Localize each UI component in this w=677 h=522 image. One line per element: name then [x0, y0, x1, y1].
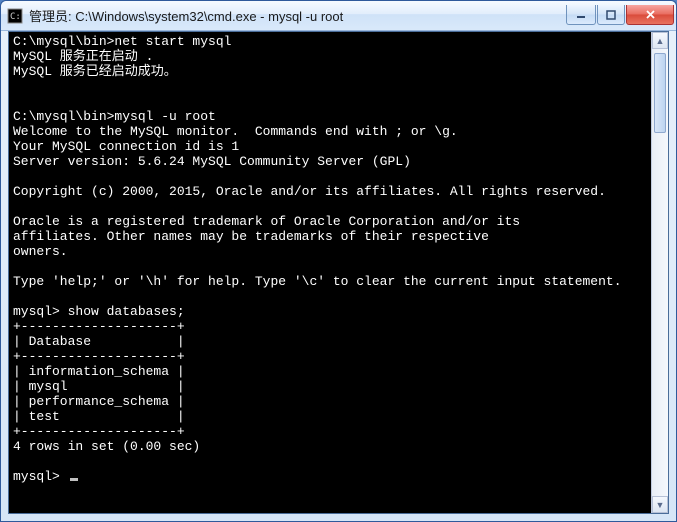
output-line: Welcome to the MySQL monitor. Commands e… — [13, 124, 458, 139]
scroll-up-button[interactable]: ▲ — [652, 32, 668, 49]
maximize-button[interactable] — [597, 5, 625, 25]
scrollbar-track[interactable] — [652, 49, 668, 496]
table-border: +--------------------+ — [13, 319, 185, 334]
prompt: C:\mysql\bin> — [13, 34, 114, 49]
terminal-output[interactable]: C:\mysql\bin>net start mysql MySQL 服务正在启… — [9, 32, 651, 513]
mysql-prompt: mysql> — [13, 469, 68, 484]
table-border: +--------------------+ — [13, 349, 185, 364]
cmd-icon: C: — [7, 8, 23, 24]
output-line: MySQL 服务已经启动成功。 — [13, 64, 177, 79]
svg-text:C:: C: — [10, 12, 21, 22]
window-controls — [565, 5, 674, 25]
output-line: Server version: 5.6.24 MySQL Community S… — [13, 154, 411, 169]
output-line: MySQL 服务正在启动 . — [13, 49, 153, 64]
titlebar[interactable]: C: 管理员: C:\Windows\system32\cmd.exe - my… — [1, 1, 676, 31]
mysql-prompt: mysql> — [13, 304, 68, 319]
table-row: | mysql | — [13, 379, 185, 394]
table-row: | performance_schema | — [13, 394, 185, 409]
output-line: owners. — [13, 244, 68, 259]
prompt: C:\mysql\bin> — [13, 109, 114, 124]
output-line: Copyright (c) 2000, 2015, Oracle and/or … — [13, 184, 606, 199]
window-frame: C: 管理员: C:\Windows\system32\cmd.exe - my… — [0, 0, 677, 522]
minimize-button[interactable] — [566, 5, 596, 25]
output-line: Type 'help;' or '\h' for help. Type '\c'… — [13, 274, 622, 289]
table-row: | test | — [13, 409, 185, 424]
table-header: | Database | — [13, 334, 185, 349]
command-text: net start mysql — [114, 34, 231, 49]
command-text: show databases; — [68, 304, 185, 319]
output-line: Your MySQL connection id is 1 — [13, 139, 239, 154]
output-line: 4 rows in set (0.00 sec) — [13, 439, 200, 454]
vertical-scrollbar[interactable]: ▲ ▼ — [651, 32, 668, 513]
command-text: mysql -u root — [114, 109, 215, 124]
table-row: | information_schema | — [13, 364, 185, 379]
scrollbar-thumb[interactable] — [654, 53, 666, 133]
output-line: affiliates. Other names may be trademark… — [13, 229, 489, 244]
window-title: 管理员: C:\Windows\system32\cmd.exe - mysql… — [29, 6, 565, 25]
client-area: C:\mysql\bin>net start mysql MySQL 服务正在启… — [8, 31, 669, 514]
table-border: +--------------------+ — [13, 424, 185, 439]
cursor — [70, 478, 78, 481]
scroll-down-button[interactable]: ▼ — [652, 496, 668, 513]
output-line: Oracle is a registered trademark of Orac… — [13, 214, 520, 229]
close-button[interactable] — [626, 5, 674, 25]
